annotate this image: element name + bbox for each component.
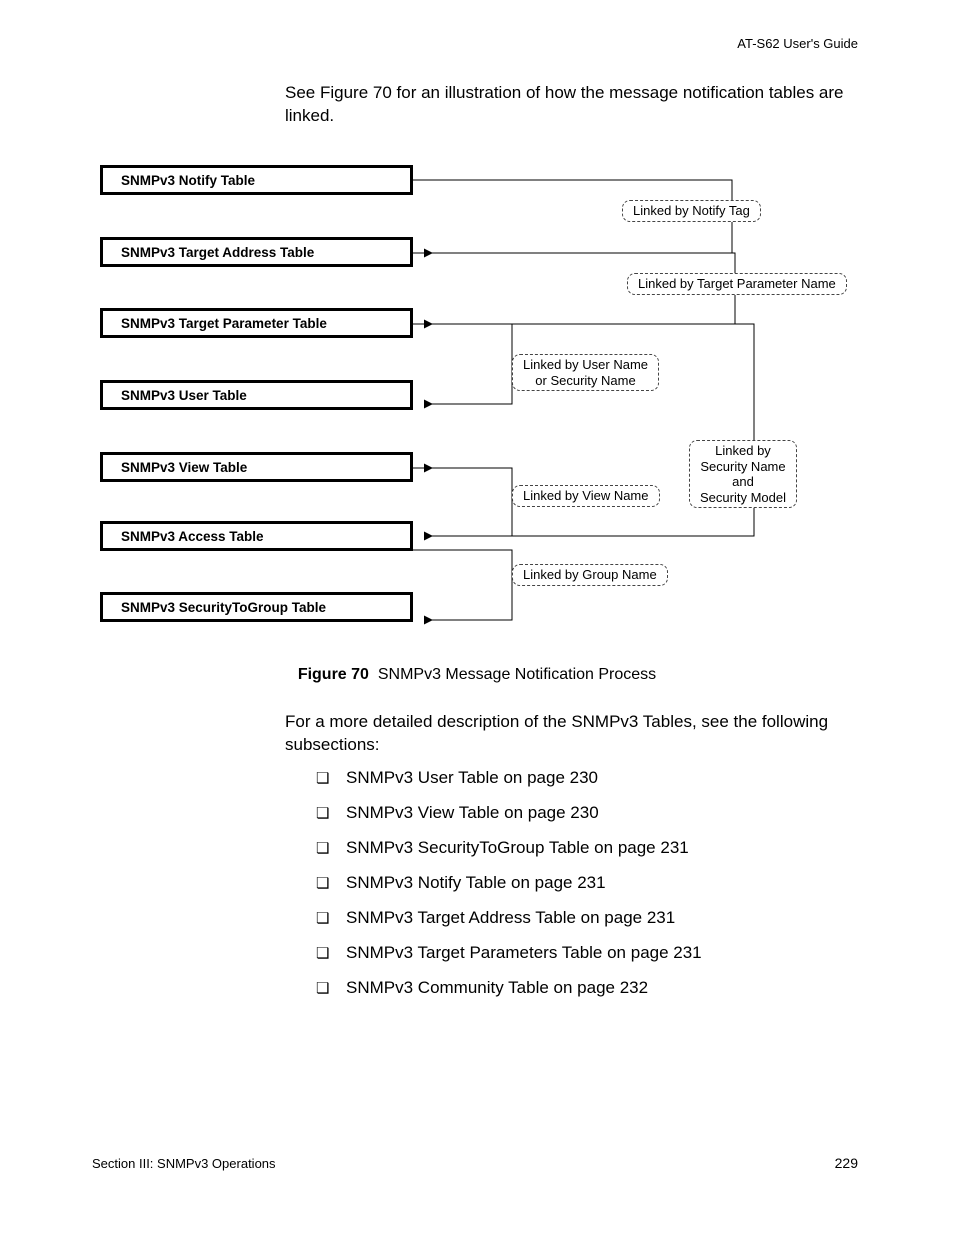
box-view: SNMPv3 View Table — [100, 452, 413, 482]
header-guide: AT-S62 User's Guide — [737, 36, 858, 51]
figure-caption: Figure 70 SNMPv3 Message Notification Pr… — [0, 666, 954, 684]
footer-section: Section III: SNMPv3 Operations — [92, 1156, 276, 1171]
box-target-address: SNMPv3 Target Address Table — [100, 237, 413, 267]
figure-text: SNMPv3 Message Notification Process — [378, 666, 656, 683]
list-item: SNMPv3 User Table on page 230 — [316, 768, 856, 788]
figure-diagram: SNMPv3 Notify Table SNMPv3 Target Addres… — [92, 160, 862, 630]
list-item: SNMPv3 Target Parameters Table on page 2… — [316, 943, 856, 963]
link-user-security-name: Linked by User Name or Security Name — [512, 354, 659, 391]
list-item: SNMPv3 Target Address Table on page 231 — [316, 908, 856, 928]
link-notify-tag: Linked by Notify Tag — [622, 200, 761, 222]
box-user: SNMPv3 User Table — [100, 380, 413, 410]
link-view-name: Linked by View Name — [512, 485, 660, 507]
figure-label: Figure 70 — [298, 666, 369, 683]
box-target-parameter: SNMPv3 Target Parameter Table — [100, 308, 413, 338]
list-item: SNMPv3 View Table on page 230 — [316, 803, 856, 823]
detail-paragraph: For a more detailed description of the S… — [285, 711, 865, 757]
list-item: SNMPv3 SecurityToGroup Table on page 231 — [316, 838, 856, 858]
list-item: SNMPv3 Notify Table on page 231 — [316, 873, 856, 893]
link-security-name-model: Linked by Security Name and Security Mod… — [689, 440, 797, 508]
intro-paragraph: See Figure 70 for an illustration of how… — [285, 82, 865, 128]
list-item: SNMPv3 Community Table on page 232 — [316, 978, 856, 998]
link-target-parameter-name: Linked by Target Parameter Name — [627, 273, 847, 295]
footer-page: 229 — [835, 1155, 858, 1171]
box-access: SNMPv3 Access Table — [100, 521, 413, 551]
link-group-name: Linked by Group Name — [512, 564, 668, 586]
subsection-list: SNMPv3 User Table on page 230 SNMPv3 Vie… — [316, 768, 856, 1013]
box-notify: SNMPv3 Notify Table — [100, 165, 413, 195]
box-securitytogroup: SNMPv3 SecurityToGroup Table — [100, 592, 413, 622]
